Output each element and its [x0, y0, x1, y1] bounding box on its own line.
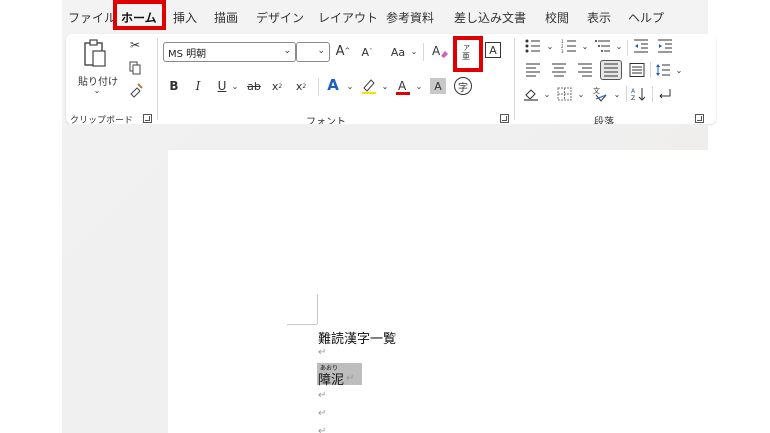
shrink-font-icon[interactable]: Aˇ — [359, 43, 375, 61]
paragraph-mark: ↵ — [389, 331, 398, 342]
svg-text:3: 3 — [561, 49, 564, 53]
bold-icon[interactable]: B — [167, 78, 181, 94]
margin-corner-mark — [287, 324, 317, 325]
chevron-down-icon[interactable]: ⌄ — [674, 64, 684, 76]
clear-formatting-icon[interactable]: A — [430, 41, 450, 61]
group-divider — [157, 38, 158, 120]
enclose-characters-icon[interactable]: 字 — [454, 77, 472, 95]
align-right-icon[interactable] — [576, 62, 594, 78]
selected-word[interactable]: 障泥 — [318, 369, 344, 388]
divider — [650, 62, 651, 78]
chevron-down-icon[interactable]: ⌄ — [410, 45, 418, 57]
document-page[interactable] — [168, 150, 708, 433]
chevron-down-icon[interactable]: ⌄ — [614, 40, 624, 52]
chevron-down-icon[interactable]: ⌄ — [414, 80, 424, 92]
chevron-down-icon[interactable]: ⌄ — [545, 40, 555, 52]
borders-icon[interactable] — [556, 86, 574, 102]
divider — [627, 40, 628, 56]
chevron-down-icon[interactable]: ⌄ — [576, 88, 586, 100]
document-heading[interactable]: 難読漢字一覧 — [318, 328, 396, 347]
cut-icon[interactable]: ✂ — [128, 38, 142, 52]
tab-mailings[interactable]: 差し込み文書 — [454, 9, 526, 26]
chevron-down-icon[interactable]: ⌄ — [230, 80, 240, 92]
align-center-icon[interactable] — [550, 62, 568, 78]
font-name-dropdown[interactable]: MS 明朝 ⌄ — [163, 42, 296, 62]
superscript-icon[interactable]: x2 — [294, 78, 308, 94]
svg-text:A: A — [398, 79, 407, 93]
text-effects-icon[interactable]: A — [324, 76, 342, 94]
distributed-icon[interactable] — [628, 62, 646, 78]
justify-icon[interactable] — [600, 60, 622, 80]
decrease-indent-icon[interactable] — [632, 38, 650, 54]
bullets-icon[interactable] — [524, 38, 542, 54]
paragraph-mark: ↵ — [318, 408, 327, 419]
paragraph-mark: ↵ — [346, 373, 355, 384]
chevron-down-icon[interactable]: ⌄ — [380, 80, 390, 92]
italic-icon[interactable]: I — [191, 78, 205, 94]
font-color-icon[interactable]: A — [394, 76, 412, 96]
paragraph-launcher-icon[interactable] — [695, 114, 704, 123]
tab-view[interactable]: 表示 — [587, 9, 611, 26]
margin-corner-mark — [317, 294, 318, 324]
tab-file[interactable]: ファイル — [68, 9, 116, 26]
copy-icon[interactable] — [128, 60, 142, 76]
sort-icon[interactable]: AZ — [630, 86, 648, 102]
grow-font-icon[interactable]: A ^ — [335, 42, 351, 60]
chevron-down-icon[interactable]: ⌄ — [580, 40, 590, 52]
tab-references[interactable]: 参考資料 — [386, 9, 434, 26]
chevron-down-icon: ⌄ — [317, 46, 325, 56]
asian-layout-icon[interactable]: 文 — [591, 84, 611, 104]
show-hide-marks-icon[interactable] — [656, 86, 674, 102]
shading-icon[interactable] — [522, 86, 540, 102]
change-case-button[interactable]: Aa — [386, 43, 410, 61]
clipboard-launcher-icon[interactable] — [143, 114, 152, 123]
paste-icon[interactable] — [80, 37, 110, 69]
chevron-down-icon[interactable]: ⌄ — [612, 88, 622, 100]
increase-indent-icon[interactable] — [656, 38, 674, 54]
paragraph-mark: ↵ — [318, 390, 327, 401]
tab-review[interactable]: 校閲 — [545, 9, 569, 26]
paste-chevron-down-icon[interactable]: ⌄ — [92, 85, 102, 95]
font-size-dropdown[interactable]: ⌄ — [296, 42, 330, 62]
svg-text:A: A — [432, 44, 441, 58]
subscript-icon[interactable]: x2 — [270, 78, 284, 94]
chevron-down-icon: ⌄ — [283, 46, 291, 56]
tab-insert[interactable]: 挿入 — [173, 9, 197, 26]
numbering-icon[interactable]: 123 — [560, 38, 578, 54]
tab-design[interactable]: デザイン — [256, 9, 304, 26]
group-divider — [514, 38, 515, 120]
font-launcher-icon[interactable] — [500, 114, 509, 123]
tab-help[interactable]: ヘルプ — [628, 9, 664, 26]
highlight-box-phonetic-guide — [453, 36, 483, 72]
format-painter-icon[interactable] — [128, 82, 144, 98]
font-name-value: MS 明朝 — [168, 48, 207, 60]
chevron-down-icon[interactable]: ⌄ — [345, 80, 355, 92]
paragraph-mark: ↵ — [318, 426, 327, 433]
svg-text:文: 文 — [593, 86, 600, 95]
character-border-icon[interactable]: A — [485, 42, 501, 58]
divider — [318, 78, 319, 96]
strikethrough-icon[interactable]: ab — [245, 78, 263, 94]
align-left-icon[interactable] — [524, 62, 542, 78]
highlight-box-home-tab — [113, 0, 166, 30]
divider — [626, 86, 627, 102]
divider — [423, 43, 424, 61]
line-spacing-icon[interactable] — [654, 62, 672, 78]
character-shading-icon[interactable]: A — [430, 78, 446, 94]
paragraph-mark: ↵ — [318, 347, 327, 358]
tab-draw[interactable]: 描画 — [214, 9, 238, 26]
underline-icon[interactable]: U — [215, 78, 229, 94]
chevron-down-icon[interactable]: ⌄ — [542, 88, 552, 100]
svg-text:A: A — [631, 88, 636, 95]
svg-text:Z: Z — [631, 95, 635, 101]
multilevel-list-icon[interactable] — [594, 38, 612, 54]
tab-layout[interactable]: レイアウト — [318, 9, 378, 26]
divider — [652, 86, 653, 102]
highlighter-icon[interactable] — [360, 76, 378, 96]
